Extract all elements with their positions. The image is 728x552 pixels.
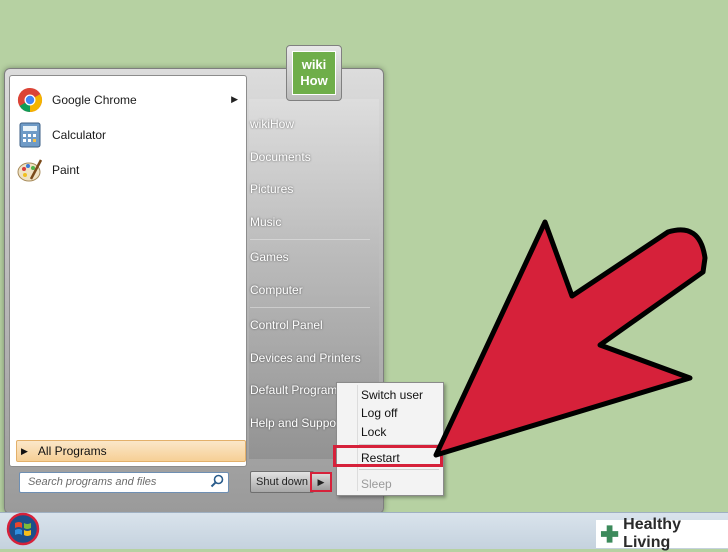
plus-cross-icon [600, 525, 619, 543]
start-button[interactable] [5, 512, 41, 546]
annotation-arrow [433, 219, 708, 458]
healthy-living-logo: Healthy Living [596, 516, 728, 551]
watermark-text: Healthy Living [623, 516, 681, 551]
windows-logo-icon [6, 512, 40, 546]
